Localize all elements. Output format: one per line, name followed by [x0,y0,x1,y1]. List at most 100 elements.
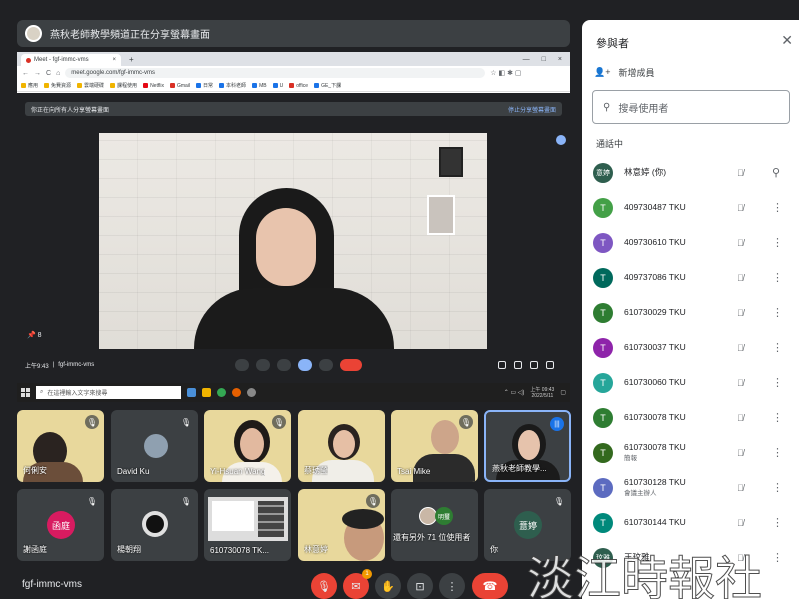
present-icon: ⊡ [415,580,425,593]
chrome-icon [217,388,226,397]
screen-preview [208,497,288,541]
participant-row-name: 林意婷 (你) [624,167,667,177]
browser-tab: Meet - fgf-immc-vms × [21,54,121,66]
home-icon: ⌂ [56,69,61,77]
more-vert-icon[interactable]: ⋮ [772,341,783,354]
notification-icon: ▢ [560,390,566,396]
self-avatar: 薏婷 [514,511,542,539]
speaking-indicator-icon: ||| [550,417,564,431]
participant-row[interactable]: T 409730487 TKU 🎙̸ ⋮ [582,190,799,225]
participant-avatar: T [593,442,613,463]
shared-meet-view: 你正在向所有人分享螢幕畫面 停止分享螢幕畫面 📌 8 上午9:43 | fgf-… [17,93,570,383]
inner-pin-indicator: 📌 8 [27,332,42,339]
inner-controls [235,359,362,371]
participant-avatar: 意婷 [593,162,613,183]
muted-mic-icon: 🎙̸ [737,342,744,353]
participant-row[interactable]: 意婷 林意婷 (你) 🎙̸ ⚲ [582,155,799,190]
participant-avatar: T [593,267,613,288]
participant-tile[interactable]: 610730078 TK... [204,489,291,561]
participant-row[interactable]: T 409737086 TKU 🎙̸ ⋮ [582,260,799,295]
mic-toggle-button[interactable]: 🎙 [311,573,337,599]
muted-mic-icon: 🎙̸ [737,482,744,493]
participant-tile-active-speaker[interactable]: ||| 燕秋老師教學... [484,410,571,482]
wall-frame [439,147,463,177]
participant-row[interactable]: T 610730037 TKU 🎙̸ ⋮ [582,330,799,365]
participant-row-role: 簡報 [624,454,637,462]
muted-mic-icon: 🎙̸ [737,412,744,423]
participant-row[interactable]: T 610730029 TKU 🎙̸ ⋮ [582,295,799,330]
participant-row[interactable]: T 610730078 TKU 🎙̸ ⋮ [582,400,799,435]
more-participants-tile[interactable]: 明璽 還有另外 71 位使用者 [391,489,478,561]
muted-mic-icon: 🎙 [86,496,98,506]
muted-mic-icon: 🎙 [459,415,473,429]
reload-icon: C [46,69,52,77]
more-options-button[interactable]: ⋮ [439,573,465,599]
add-person-icon: 👤+ [594,67,611,77]
search-placeholder: 搜尋使用者 [618,103,669,115]
pin-icon[interactable]: ⚲ [772,166,780,179]
hand-icon: ✋ [381,580,395,593]
camera-off-icon: ✉ [351,580,361,593]
add-people-button[interactable]: 👤+ 新增成員 [594,66,654,79]
more-vert-icon[interactable]: ⋮ [772,446,783,459]
participant-tile[interactable]: 🎙 Yi-Hsuan Wang [204,410,291,482]
in-call-section-label: 通話中 [596,139,624,149]
participant-row[interactable]: T 409730610 TKU 🎙̸ ⋮ [582,225,799,260]
more-vert-icon[interactable]: ⋮ [772,376,783,389]
inner-mic-icon [235,359,249,371]
inner-side-controls [498,361,554,369]
more-vert-icon[interactable]: ⋮ [772,411,783,424]
inner-hangup-icon [340,359,362,371]
taskbar-tray: ⌃ ▭ ◁) 上午 09:43 2022/5/11 ▢ [504,387,566,399]
extensions-icons: ☆ ◧ ✱ ▢ [490,70,522,77]
inner-time: 上午9:43 [25,363,49,370]
participant-tile[interactable]: 🎙 林意婷 [298,489,385,561]
more-vert-icon[interactable]: ⋮ [772,236,783,249]
windows-start-icon [21,388,30,397]
participant-tile[interactable]: 🎙 David Ku [111,410,198,482]
participant-row-name: 610730060 TKU [624,377,686,387]
meeting-code: fgf-immc-vms [22,579,82,590]
participant-row[interactable]: T 610730078 TKU 簡報 🎙̸ ⋮ [582,435,799,470]
bookmark-item: Netflix [143,83,164,89]
participant-row[interactable]: T 610730144 TKU 🎙̸ ⋮ [582,505,799,540]
more-vert-icon[interactable]: ⋮ [772,201,783,214]
participant-name: 楊朝翔 [117,545,141,554]
search-people-input[interactable]: ⚲ 搜尋使用者 [592,90,790,124]
participant-row[interactable]: T 610730128 TKU 會議主辦人 🎙̸ ⋮ [582,470,799,505]
raise-hand-button[interactable]: ✋ [375,573,401,599]
close-window-icon: × [557,56,562,63]
bookmark-item: 日常 [196,82,213,89]
participant-tile[interactable]: 🎙 何俐安 [17,410,104,482]
participant-row[interactable]: T 610730060 TKU 🎙̸ ⋮ [582,365,799,400]
bookmark-item: Gmail [169,83,190,89]
participant-name: 610730078 TK... [210,546,270,555]
present-button[interactable]: ⊡ [407,573,433,599]
leave-call-button[interactable]: ☎ [472,573,508,599]
muted-mic-icon: 🎙̸ [737,167,744,178]
bookmark-item: 應用 [21,82,38,89]
participant-row-name: 610730078 TKU [624,441,686,452]
more-vert-icon[interactable]: ⋮ [772,481,783,494]
participant-tile[interactable]: 函庭 🎙 謝函庭 [17,489,104,561]
participant-row-name: 610730128 TKU [624,476,686,487]
inner-sharing-text: 你正在向所有人分享螢幕畫面 [31,107,110,114]
muted-mic-icon: 🎙 [180,496,192,506]
meet-window: 燕秋老師教學頻道正在分享螢幕畫面 Meet - fgf-immc-vms × +… [0,0,799,599]
participant-avatar: 明璽 [435,507,453,525]
close-icon[interactable]: ✕ [781,32,793,49]
back-icon: ← [22,69,29,77]
participant-name: Tsai Mike [397,467,431,476]
window-controls: — □ × [523,56,570,66]
more-vert-icon[interactable]: ⋮ [772,516,783,529]
bookmark-item: 免費資源 [44,82,71,89]
participant-avatar: T [593,512,613,533]
inner-hand-icon [277,359,291,371]
participant-name: 林意婷 [304,545,328,554]
more-vert-icon[interactable]: ⋮ [772,306,783,319]
inner-more-options-icon [556,135,566,145]
participant-tile[interactable]: 🎙 Tsai Mike [391,410,478,482]
participant-tile[interactable]: 蔡琇瑩 [298,410,385,482]
more-vert-icon[interactable]: ⋮ [772,271,783,284]
participant-tile[interactable]: 🎙 楊朝翔 [111,489,198,561]
